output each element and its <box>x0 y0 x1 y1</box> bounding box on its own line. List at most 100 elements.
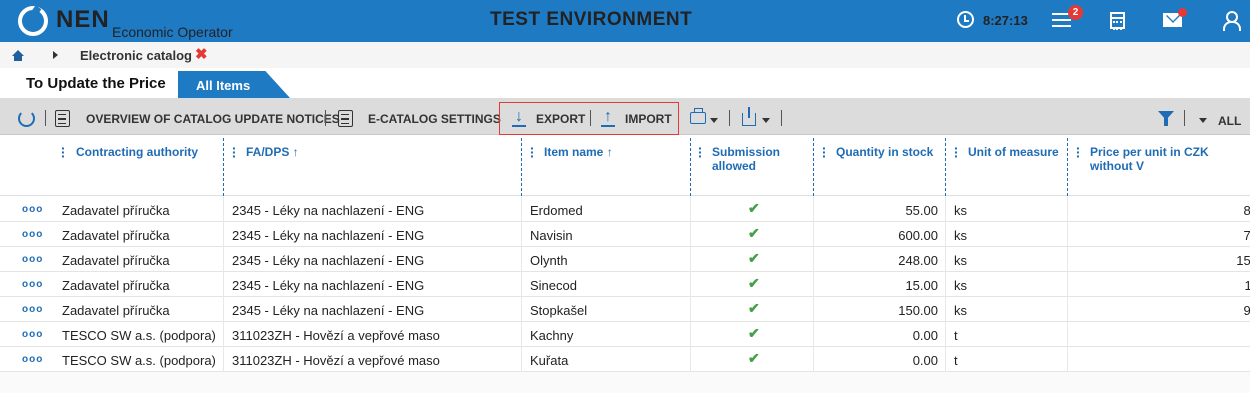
cell-unit: ks <box>954 203 967 218</box>
column-menu-icon[interactable]: · · · <box>954 141 959 163</box>
filter-icon[interactable] <box>1158 111 1174 126</box>
cell-authority: Zadavatel příručka <box>62 203 170 218</box>
row-menu-icon[interactable]: ooo <box>22 279 43 290</box>
column-menu-icon[interactable]: · · · <box>1076 141 1081 163</box>
row-menu-icon[interactable]: ooo <box>22 304 43 315</box>
cell-quantity: 0.00 <box>912 353 938 368</box>
cell-item-name: Navisin <box>530 228 573 243</box>
row-menu-icon[interactable]: ooo <box>22 354 43 365</box>
column-divider <box>223 138 224 196</box>
row-menu-icon[interactable]: ooo <box>22 204 43 215</box>
refresh-icon[interactable] <box>18 110 35 127</box>
table-footer-area <box>0 372 1250 393</box>
breadcrumb-arrow-icon <box>53 51 58 59</box>
cell-unit: t <box>954 328 958 343</box>
column-menu-icon[interactable]: · · · <box>698 141 703 163</box>
row-menu-icon[interactable]: ooo <box>22 229 43 240</box>
cell-item-name: Stopkašel <box>530 303 588 318</box>
calculator-icon[interactable] <box>1110 12 1125 30</box>
cell-quantity: 15.00 <box>905 278 938 293</box>
chevron-down-icon[interactable] <box>762 118 770 123</box>
cell-price: 96 <box>1243 303 1250 318</box>
row-menu-icon[interactable]: ooo <box>22 254 43 265</box>
check-icon: ✔ <box>748 325 760 341</box>
column-fa-dps[interactable]: FA/DPS ↑ <box>246 145 299 159</box>
column-unit-of-measure[interactable]: Unit of measure <box>968 145 1059 159</box>
toolbar-divider <box>45 110 46 126</box>
chevron-down-icon[interactable] <box>1199 118 1207 123</box>
cell-unit: ks <box>954 278 967 293</box>
document-icon <box>55 110 70 127</box>
cell-quantity: 150.00 <box>898 303 938 318</box>
cell-fa-dps: 2345 - Léky na nachlazení - ENG <box>232 203 425 218</box>
cell-quantity: 0.00 <box>912 328 938 343</box>
breadcrumb-close-icon[interactable]: ✖ <box>195 45 208 63</box>
toolbar-divider <box>729 110 730 126</box>
upload-icon[interactable]: ↑ <box>600 108 616 128</box>
check-icon: ✔ <box>748 350 760 366</box>
cell-price: 89 <box>1243 203 1250 218</box>
column-divider <box>813 138 814 196</box>
toolbar-divider <box>781 110 782 126</box>
column-divider <box>690 138 691 196</box>
column-divider <box>521 138 522 196</box>
cell-authority: Zadavatel příručka <box>62 253 170 268</box>
document-icon <box>338 110 353 127</box>
table-row[interactable]: ooo Zadavatel příručka 2345 - Léky na na… <box>0 297 1250 322</box>
tab-all-items[interactable]: All Items <box>178 71 290 98</box>
cell-item-name: Erdomed <box>530 203 583 218</box>
column-divider <box>1067 138 1068 196</box>
home-icon[interactable] <box>12 50 24 61</box>
column-submission-allowed[interactable]: Submission allowed <box>712 145 780 173</box>
check-icon: ✔ <box>748 200 760 216</box>
cell-quantity: 55.00 <box>905 203 938 218</box>
column-price-per-unit[interactable]: Price per unit in CZK without V <box>1090 145 1250 173</box>
import-button[interactable]: IMPORT <box>625 112 672 126</box>
table-row[interactable]: ooo Zadavatel příručka 2345 - Léky na na… <box>0 272 1250 297</box>
check-icon: ✔ <box>748 275 760 291</box>
filter-all-dropdown[interactable]: ALL <box>1218 114 1241 128</box>
cell-item-name: Olynth <box>530 253 568 268</box>
row-menu-icon[interactable]: ooo <box>22 329 43 340</box>
export-button[interactable]: EXPORT <box>536 112 585 126</box>
logo-text[interactable]: NEN <box>56 6 110 34</box>
cell-quantity: 248.00 <box>898 253 938 268</box>
column-menu-icon[interactable]: · · · <box>822 141 827 163</box>
table-row[interactable]: ooo TESCO SW a.s. (podpora) 311023ZH - H… <box>0 322 1250 347</box>
column-contracting-authority[interactable]: Contracting authority <box>76 145 198 159</box>
table-row[interactable]: ooo TESCO SW a.s. (podpora) 311023ZH - H… <box>0 347 1250 372</box>
download-icon[interactable]: ↓ <box>511 108 527 128</box>
table-row[interactable]: ooo Zadavatel příručka 2345 - Léky na na… <box>0 222 1250 247</box>
logo-subtitle: Economic Operator <box>112 24 233 40</box>
breadcrumb-electronic-catalog[interactable]: Electronic catalog <box>80 48 192 63</box>
user-icon[interactable] <box>1222 11 1241 31</box>
column-quantity-in-stock[interactable]: Quantity in stock <box>836 145 933 159</box>
column-divider <box>945 138 946 196</box>
notification-badge: 2 <box>1068 5 1083 20</box>
cell-fa-dps: 311023ZH - Hovězí a vepřové maso <box>232 353 440 368</box>
cell-price: 158 <box>1236 253 1250 268</box>
e-catalog-settings-button[interactable]: E-CATALOG SETTINGS <box>368 112 501 126</box>
table-row[interactable]: ooo Zadavatel příručka 2345 - Léky na na… <box>0 247 1250 272</box>
chevron-down-icon[interactable] <box>710 118 718 123</box>
tab-to-update-the-price[interactable]: To Update the Price <box>26 75 166 92</box>
clock-icon <box>957 11 974 28</box>
cell-quantity: 600.00 <box>898 228 938 243</box>
column-menu-icon[interactable]: · · · <box>61 141 66 163</box>
cell-unit: t <box>954 353 958 368</box>
table-row[interactable]: ooo Zadavatel příručka 2345 - Léky na na… <box>0 197 1250 222</box>
nen-logo-icon[interactable] <box>18 6 48 36</box>
cell-fa-dps: 2345 - Léky na nachlazení - ENG <box>232 228 425 243</box>
cell-unit: ks <box>954 253 967 268</box>
column-menu-icon[interactable]: · · · <box>232 141 237 163</box>
share-icon[interactable] <box>742 107 756 126</box>
cell-fa-dps: 2345 - Léky na nachlazení - ENG <box>232 303 425 318</box>
printer-icon[interactable] <box>690 108 706 124</box>
check-icon: ✔ <box>748 300 760 316</box>
column-item-name[interactable]: Item name ↑ <box>544 145 613 159</box>
mail-unread-dot <box>1178 8 1187 17</box>
cell-authority: TESCO SW a.s. (podpora) <box>62 353 216 368</box>
overview-catalog-notices-button[interactable]: OVERVIEW OF CATALOG UPDATE NOTICES <box>86 112 340 126</box>
column-menu-icon[interactable]: · · · <box>530 141 535 163</box>
cell-authority: Zadavatel příručka <box>62 228 170 243</box>
